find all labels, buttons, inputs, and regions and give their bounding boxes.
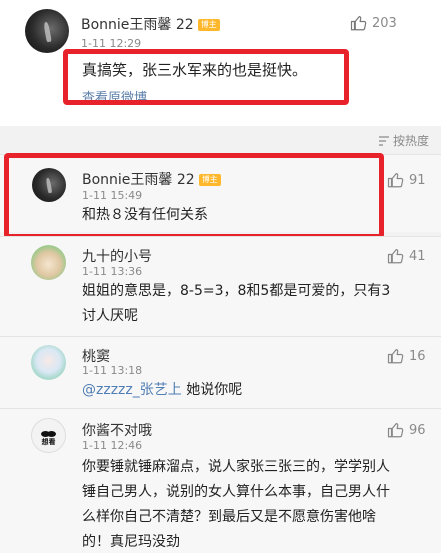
author-name-text[interactable]: Bonnie王雨馨 22 <box>81 17 194 33</box>
comment-line: 锤自己男人，说别的女人算什么本事，自己男人什 <box>82 484 390 500</box>
highlight-box <box>4 153 384 239</box>
comment-line: 的！真尼玛没劲 <box>82 534 180 550</box>
sort-label: 按热度 <box>392 134 429 148</box>
comment-line: 你要锤就锤麻溜点，说人家张三张三的，学学别人 <box>82 459 390 475</box>
commenter-name[interactable]: 桃窦 <box>82 346 110 366</box>
comment-text: @zzzzz_张艺上 她说你呢 <box>82 378 242 403</box>
avatar[interactable] <box>25 9 69 53</box>
comment-item: 桃窦 1-11 13:18 16 @zzzzz_张艺上 她说你呢 <box>0 336 441 408</box>
like-count: 203 <box>372 15 397 31</box>
avatar[interactable] <box>31 345 66 380</box>
highlight-box <box>63 49 349 105</box>
comment-time: 1-11 13:36 <box>82 265 143 278</box>
comment-item: 九十的小号 1-11 13:36 41 姐姐的意思是，8-5=3，8和5都是可爱… <box>0 236 441 336</box>
like-count: 16 <box>409 348 426 364</box>
comment-body: 她说你呢 <box>186 382 243 398</box>
comment-line: 讨人厌呢 <box>82 308 138 324</box>
avatar-caption: 想看 <box>41 438 56 446</box>
like-button[interactable]: 91 <box>387 171 426 189</box>
thumbs-up-icon <box>387 423 404 438</box>
like-count: 96 <box>409 422 426 438</box>
avatar[interactable]: 想看 <box>31 418 66 453</box>
thumbs-up-icon <box>387 349 404 364</box>
commenter-name[interactable]: 九十的小号 <box>82 246 152 266</box>
comment-time: 1-11 13:18 <box>82 364 143 377</box>
commenter-name[interactable]: 你酱不对哦 <box>82 420 152 440</box>
like-button[interactable]: 96 <box>387 421 426 439</box>
sort-icon <box>378 135 389 146</box>
like-count: 41 <box>409 248 426 264</box>
thumbs-up-icon <box>350 16 367 31</box>
comment-time: 1-11 12:46 <box>82 439 143 452</box>
comment-item: 想看 你酱不对哦 1-11 12:46 96 你要锤就锤麻溜点，说人家张三张三的… <box>0 408 441 553</box>
blogger-badge: 博主 <box>197 19 220 31</box>
sort-button[interactable]: 按热度 <box>378 132 429 149</box>
comment-text: 你要锤就锤麻溜点，说人家张三张三的，学学别人 锤自己男人，说别的女人算什么本事，… <box>82 455 390 553</box>
comment-text: 姐姐的意思是，8-5=3，8和5都是可爱的，只有3 讨人厌呢 <box>82 279 390 329</box>
author-name[interactable]: Bonnie王雨馨 22 博主 <box>81 14 220 34</box>
avatar[interactable] <box>31 245 66 280</box>
user-mention[interactable]: @zzzzz_张艺上 <box>82 382 182 398</box>
like-count: 91 <box>409 172 426 188</box>
like-button[interactable]: 41 <box>387 247 426 265</box>
thumbs-up-icon <box>387 173 404 188</box>
comment-line: 么样你自己不清楚？到最后又是不愿意伤害他啥 <box>82 509 376 525</box>
like-button[interactable]: 203 <box>350 14 397 32</box>
like-button[interactable]: 16 <box>387 347 426 365</box>
thumbs-up-icon <box>387 249 404 264</box>
comment-line: 姐姐的意思是，8-5=3，8和5都是可爱的，只有3 <box>82 283 391 299</box>
